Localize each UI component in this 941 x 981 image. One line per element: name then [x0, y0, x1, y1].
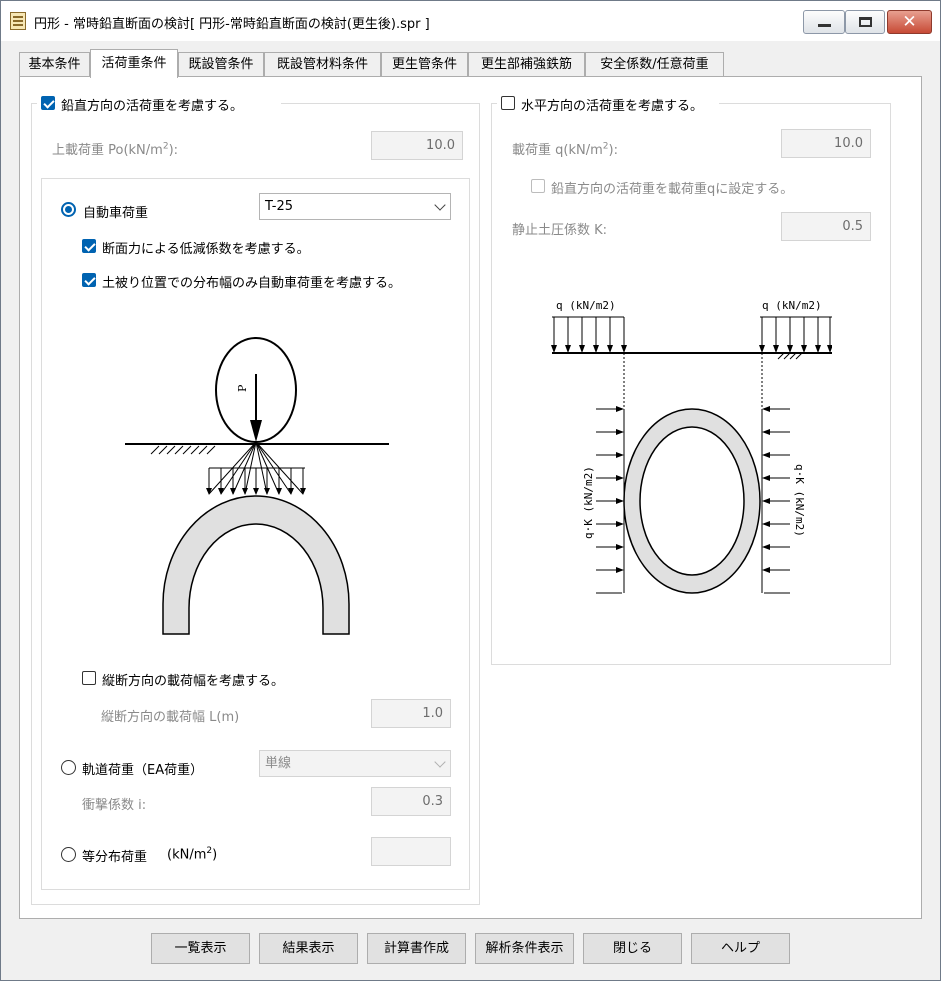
horizontal-load-field[interactable]: 10.0	[781, 129, 871, 158]
analysis-conditions-button[interactable]: 解析条件表示	[475, 933, 574, 964]
help-button[interactable]: ヘルプ	[691, 933, 790, 964]
tab-reinforcement[interactable]: 更生部補強鉄筋	[468, 52, 585, 77]
cover-position-checkbox[interactable]	[82, 273, 96, 287]
uniform-load-radio[interactable]	[61, 847, 76, 862]
vehicle-load-diagram: P	[121, 304, 391, 654]
minimize-button[interactable]	[803, 10, 845, 34]
tab-renewal-pipe[interactable]: 更生管条件	[381, 52, 468, 77]
tab-existing-pipe[interactable]: 既設管条件	[178, 52, 264, 77]
maximize-icon	[859, 17, 872, 27]
app-icon	[10, 12, 26, 30]
tab-safety-factor[interactable]: 安全係数/任意荷重	[585, 52, 724, 77]
q-left-label: q (kN/m2)	[556, 299, 616, 312]
surcharge-label: 上載荷重 Po(kN/m2):	[52, 141, 179, 158]
uniform-load-unit: (kN/m2)	[167, 846, 218, 863]
horizontal-load-label: 水平方向の活荷重を考慮する。	[521, 99, 704, 114]
close-button[interactable]: 閉じる	[583, 933, 682, 964]
rail-load-label: 軌道荷重（EA荷重）	[82, 763, 204, 778]
chevron-down-icon	[434, 756, 446, 768]
surcharge-field[interactable]: 10.0	[371, 131, 463, 160]
set-from-vertical-label: 鉛直方向の活荷重を載荷重qに設定する。	[551, 182, 794, 197]
longitudinal-checkbox[interactable]	[82, 671, 96, 685]
vertical-load-checkbox[interactable]	[41, 96, 55, 110]
uniform-load-label: 等分布荷重	[82, 850, 148, 865]
set-from-vertical-checkbox[interactable]	[531, 179, 545, 193]
window-title: 円形 - 常時鉛直断面の検討[ 円形-常時鉛直断面の検討(更生後).spr ]	[34, 17, 430, 32]
list-view-button[interactable]: 一覧表示	[151, 933, 250, 964]
longitudinal-width-label: 縦断方向の載荷幅 L(m)	[101, 710, 240, 725]
earth-pressure-field[interactable]: 0.5	[781, 212, 871, 241]
create-report-button[interactable]: 計算書作成	[367, 933, 466, 964]
vehicle-load-svg: P	[125, 337, 389, 635]
impact-factor-label: 衝撃係数 i:	[82, 798, 147, 813]
reduce-factor-label: 断面力による低減係数を考慮する。	[102, 242, 310, 257]
qk-left-label: q·K (kN/m2)	[582, 466, 595, 539]
longitudinal-width-field[interactable]: 1.0	[371, 699, 451, 728]
vehicle-load-radio[interactable]	[61, 202, 76, 217]
close-window-button[interactable]: ✕	[887, 10, 932, 34]
vehicle-load-label: 自動車荷重	[83, 206, 149, 221]
reduce-factor-checkbox[interactable]	[82, 239, 96, 253]
impact-factor-field[interactable]: 0.3	[371, 787, 451, 816]
horizontal-load-diagram: q (kN/m2) q (kN/m2) q·K (kN/m2) q·K (kN/…	[550, 259, 833, 633]
cover-position-label: 土被り位置での分布幅のみ自動車荷重を考慮する。	[102, 276, 402, 291]
title-bar: 円形 - 常時鉛直断面の検討[ 円形-常時鉛直断面の検討(更生後).spr ] …	[1, 1, 940, 41]
result-view-button[interactable]: 結果表示	[259, 933, 358, 964]
chevron-down-icon	[434, 199, 446, 211]
close-icon: ✕	[902, 12, 917, 32]
tab-basic[interactable]: 基本条件	[19, 52, 90, 77]
rail-type-select[interactable]: 単線	[259, 750, 451, 777]
maximize-button[interactable]	[845, 10, 885, 34]
horizontal-load-value-label: 載荷重 q(kN/m2):	[512, 141, 618, 158]
longitudinal-label: 縦断方向の載荷幅を考慮する。	[102, 674, 285, 689]
rail-load-radio[interactable]	[61, 760, 76, 775]
vehicle-load-select[interactable]: T-25	[259, 193, 451, 220]
horizontal-load-svg: q (kN/m2) q (kN/m2) q·K (kN/m2) q·K (kN/…	[551, 299, 833, 594]
earth-pressure-label: 静止土圧係数 K:	[512, 223, 608, 238]
uniform-load-field[interactable]	[371, 837, 451, 866]
vertical-load-label: 鉛直方向の活荷重を考慮する。	[61, 99, 244, 114]
q-right-label: q (kN/m2)	[762, 299, 822, 312]
load-p-label: P	[236, 384, 249, 392]
horizontal-load-checkbox[interactable]	[501, 96, 515, 110]
window: 円形 - 常時鉛直断面の検討[ 円形-常時鉛直断面の検討(更生後).spr ] …	[0, 0, 941, 981]
tab-existing-material[interactable]: 既設管材料条件	[264, 52, 381, 77]
qk-right-label: q·K (kN/m2)	[793, 464, 806, 537]
minimize-icon	[818, 24, 831, 27]
tab-live-load[interactable]: 活荷重条件	[90, 49, 178, 78]
